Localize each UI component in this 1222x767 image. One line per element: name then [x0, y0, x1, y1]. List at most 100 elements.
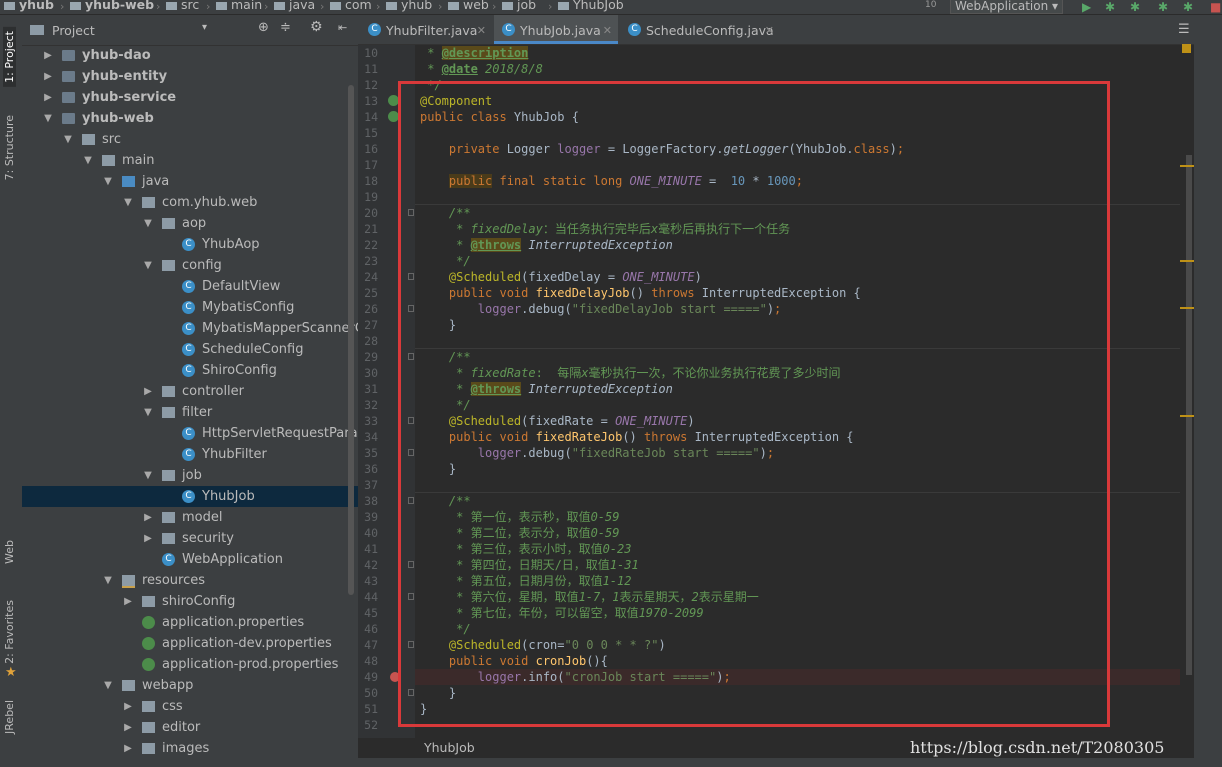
fold-marker-icon[interactable]: [408, 497, 414, 504]
fold-marker-icon[interactable]: [408, 641, 414, 648]
close-icon[interactable]: ✕: [765, 15, 774, 46]
fold-marker-icon[interactable]: [408, 689, 414, 696]
breadcrumb-item[interactable]: main: [216, 0, 262, 12]
jrebel-debug-icon[interactable]: ✱: [1183, 0, 1193, 14]
project-tree-scrollbar[interactable]: [348, 85, 354, 595]
fold-marker-icon[interactable]: [408, 449, 414, 456]
tool-tab-project[interactable]: 1: Project: [3, 27, 16, 87]
editor-scrollbar[interactable]: [1180, 44, 1194, 755]
tree-item[interactable]: ▼ resources: [22, 570, 342, 591]
tree-item[interactable]: C MybatisConfig: [22, 297, 342, 318]
analysis-status-icon[interactable]: [1182, 44, 1191, 53]
breakpoint-icon[interactable]: [390, 672, 400, 682]
tree-item[interactable]: application.properties: [22, 612, 342, 633]
expand-down-icon[interactable]: ▼: [82, 150, 94, 171]
tool-tab-favorites[interactable]: 2: Favorites: [3, 600, 16, 664]
stop-icon[interactable]: ■: [1210, 0, 1221, 14]
tree-item[interactable]: ▼ main: [22, 150, 342, 171]
settings-gear-icon[interactable]: ⚙: [310, 19, 323, 35]
breadcrumb-item[interactable]: com: [330, 0, 372, 12]
jrebel-run-icon[interactable]: ✱: [1158, 0, 1168, 14]
code-line[interactable]: * 第二位，表示分，取值0-59: [420, 525, 619, 541]
debug-icon[interactable]: ✱: [1105, 0, 1115, 14]
editor-tab[interactable]: C YhubJob.java ✕: [494, 15, 618, 44]
expand-right-icon[interactable]: ▶: [42, 87, 54, 108]
code-line[interactable]: * @description: [420, 45, 529, 61]
code-line[interactable]: * 第六位，星期，取值1-7，1表示星期天，2表示星期一: [420, 589, 759, 605]
hide-panel-icon[interactable]: ⇤: [338, 21, 347, 34]
expand-down-icon[interactable]: ▼: [142, 465, 154, 486]
code-line[interactable]: * @throws InterruptedException: [420, 381, 673, 397]
tree-item[interactable]: ▼ yhub-web: [22, 108, 342, 129]
tree-item[interactable]: application-prod.properties: [22, 654, 342, 675]
run-icon[interactable]: ▶: [1082, 0, 1091, 14]
expand-right-icon[interactable]: ▶: [122, 591, 134, 612]
tree-item[interactable]: ▼ com.yhub.web: [22, 192, 342, 213]
tree-item[interactable]: ▼ src: [22, 129, 342, 150]
fold-marker-icon[interactable]: [408, 417, 414, 424]
tree-item[interactable]: ▼ webapp: [22, 675, 342, 696]
breadcrumb-item[interactable]: src: [166, 0, 199, 12]
warning-marker[interactable]: [1180, 307, 1194, 309]
expand-right-icon[interactable]: ▶: [122, 696, 134, 717]
status-breadcrumb[interactable]: YhubJob: [424, 740, 475, 755]
tree-item[interactable]: ▶ shiroConfig: [22, 591, 342, 612]
code-line[interactable]: }: [420, 685, 456, 701]
editor-tab[interactable]: C YhubFilter.java ✕: [360, 15, 492, 44]
code-line[interactable]: public class YhubJob {: [420, 109, 579, 125]
collapse-all-icon[interactable]: ≑: [280, 20, 291, 35]
tree-item[interactable]: C ShiroConfig: [22, 360, 342, 381]
code-line[interactable]: logger.info("cronJob start =====");: [420, 669, 731, 685]
breadcrumb-item[interactable]: yhub: [386, 0, 432, 12]
code-line[interactable]: * fixedDelay：当任务执行完毕后x毫秒后再执行下一个任务: [420, 221, 790, 237]
code-line[interactable]: @Component: [420, 93, 492, 109]
tool-tab-web[interactable]: Web: [3, 540, 16, 564]
tree-item[interactable]: ▶ model: [22, 507, 342, 528]
coverage-icon[interactable]: ✱: [1130, 0, 1140, 14]
tree-item[interactable]: C YhubFilter: [22, 444, 342, 465]
tree-item[interactable]: ▶ yhub-dao: [22, 45, 342, 66]
tree-item[interactable]: C HttpServletRequestParame: [22, 423, 378, 444]
code-line[interactable]: * fixedRate: 每隔x毫秒执行一次，不论你业务执行花费了多少时间: [420, 365, 840, 381]
tree-item[interactable]: ▶ security: [22, 528, 342, 549]
code-line[interactable]: @Scheduled(fixedRate = ONE_MINUTE): [420, 413, 695, 429]
breadcrumb-item[interactable]: yhub: [4, 0, 54, 12]
expand-down-icon[interactable]: ▼: [142, 402, 154, 423]
breadcrumb-item[interactable]: job: [502, 0, 536, 12]
close-icon[interactable]: ✕: [477, 15, 486, 46]
tree-item[interactable]: ▶ yhub-service: [22, 87, 342, 108]
code-line[interactable]: private Logger logger = LoggerFactory.ge…: [420, 141, 904, 157]
code-line[interactable]: */: [420, 77, 441, 93]
tree-item[interactable]: C MybatisMapperScannerCo: [22, 318, 372, 339]
tree-item[interactable]: C YhubJob: [22, 486, 358, 507]
expand-right-icon[interactable]: ▶: [122, 738, 134, 759]
tree-item[interactable]: C DefaultView: [22, 276, 342, 297]
code-line[interactable]: }: [420, 317, 456, 333]
code-line[interactable]: public final static long ONE_MINUTE = 10…: [420, 173, 803, 189]
tree-item[interactable]: ▶ editor: [22, 717, 342, 738]
breadcrumb-item[interactable]: web: [448, 0, 489, 12]
expand-right-icon[interactable]: ▶: [142, 507, 154, 528]
code-line[interactable]: }: [420, 701, 427, 717]
build-icon[interactable]: 10: [925, 0, 936, 10]
fold-marker-icon[interactable]: [408, 305, 414, 312]
code-line[interactable]: */: [420, 621, 470, 637]
tree-item[interactable]: C ScheduleConfig: [22, 339, 342, 360]
expand-down-icon[interactable]: ▼: [122, 192, 134, 213]
code-line[interactable]: */: [420, 397, 470, 413]
tree-item[interactable]: ▶ controller: [22, 381, 342, 402]
code-line[interactable]: * @throws InterruptedException: [420, 237, 673, 253]
tree-item[interactable]: ▼ aop: [22, 213, 342, 234]
tool-tab-jrebel[interactable]: JRebel: [3, 700, 16, 734]
expand-right-icon[interactable]: ▶: [42, 45, 54, 66]
expand-down-icon[interactable]: ▼: [142, 213, 154, 234]
close-icon[interactable]: ✕: [603, 15, 612, 46]
project-panel-title[interactable]: Project: [52, 23, 95, 38]
expand-down-icon[interactable]: ▼: [142, 255, 154, 276]
warning-marker[interactable]: [1180, 165, 1194, 167]
code-line[interactable]: * 第三位，表示小时，取值0-23: [420, 541, 631, 557]
fold-marker-icon[interactable]: [408, 273, 414, 280]
expand-right-icon[interactable]: ▶: [42, 66, 54, 87]
expand-right-icon[interactable]: ▶: [142, 528, 154, 549]
expand-down-icon[interactable]: ▼: [102, 171, 114, 192]
